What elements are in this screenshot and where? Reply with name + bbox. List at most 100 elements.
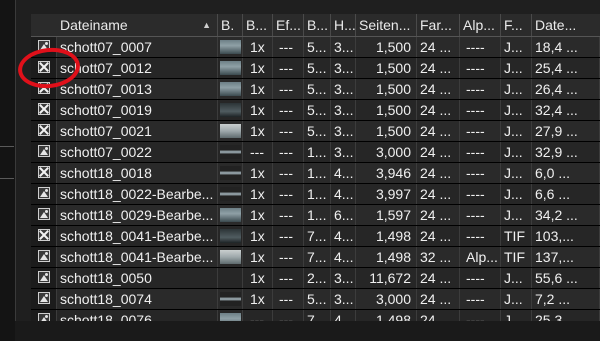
thumbnail-cell bbox=[218, 142, 243, 162]
cell-effect: --- bbox=[273, 184, 304, 204]
header-dateiname-label: Dateiname bbox=[60, 17, 128, 33]
cell-alpha: Alp... bbox=[460, 247, 501, 267]
cell-b2: 1x bbox=[243, 58, 273, 78]
cell-dateigroesse: 6,6 ... bbox=[532, 184, 600, 204]
cell-h: 3... bbox=[331, 142, 356, 162]
file-row[interactable]: schott07_0007 1x --- 5... 3... 1,500 24 ... ---… bbox=[31, 37, 600, 58]
file-type-cell bbox=[31, 163, 57, 183]
file-row[interactable]: schott18_0074 1x --- 5... 3... 3,000 24 ... ---… bbox=[31, 289, 600, 310]
thumbnail-cell bbox=[218, 163, 243, 183]
image-file-icon bbox=[38, 292, 50, 304]
header-alp[interactable]: Alp... bbox=[460, 14, 501, 36]
file-row[interactable]: schott18_0050 1x --- 2... 3... 11,672 24 ... --… bbox=[31, 268, 600, 289]
header-f[interactable]: F... bbox=[501, 14, 532, 36]
file-row[interactable]: schott18_0041-Bearbe... 1x --- 7... 4... 1,49… bbox=[31, 247, 600, 268]
image-file-icon bbox=[38, 208, 50, 220]
file-row[interactable]: schott07_0021 1x --- 5... 3... 1,500 24 ... ---… bbox=[31, 121, 600, 142]
cell-b3: 1... bbox=[304, 142, 331, 162]
cell-farbtiefe: 24 ... bbox=[417, 184, 460, 204]
cell-b2: 1x bbox=[243, 163, 273, 183]
cell-b2: 1x bbox=[243, 79, 273, 99]
cell-farbtiefe: 32 ... bbox=[417, 247, 460, 267]
image-thumbnail bbox=[220, 103, 241, 117]
cell-h: 3... bbox=[331, 289, 356, 309]
file-row[interactable]: schott07_0013 1x --- 5... 3... 1,500 24 ... ---… bbox=[31, 79, 600, 100]
header-dateiname[interactable]: Dateiname ▲ bbox=[31, 14, 218, 36]
image-file-icon bbox=[38, 271, 50, 283]
cell-farbtiefe: 24 ... bbox=[417, 163, 460, 183]
cell-format: TIF bbox=[501, 247, 532, 267]
header-ef[interactable]: Ef... bbox=[273, 14, 304, 36]
file-name: schott07_0019 bbox=[57, 100, 218, 120]
cell-effect: --- bbox=[273, 289, 304, 309]
cell-dateigroesse: 25,4 ... bbox=[532, 58, 600, 78]
cell-format: TIF bbox=[501, 226, 532, 246]
header-b2[interactable]: B... bbox=[243, 14, 273, 36]
cell-b2: 1x bbox=[243, 205, 273, 225]
file-type-cell bbox=[31, 205, 57, 225]
file-row[interactable]: schott07_0012 1x --- 5... 3... 1,500 24 ... ---… bbox=[31, 58, 600, 79]
cell-b3: 7... bbox=[304, 247, 331, 267]
cell-format: J... bbox=[501, 100, 532, 120]
cell-seiten: 3,000 bbox=[356, 142, 417, 162]
file-type-cell bbox=[31, 226, 57, 246]
file-row[interactable]: schott07_0019 1x --- 5... 3... 1,500 24 ... ---… bbox=[31, 100, 600, 121]
cell-dateigroesse: 26,4 ... bbox=[532, 79, 600, 99]
file-excluded-icon bbox=[38, 103, 50, 115]
header-b3[interactable]: B... bbox=[304, 14, 331, 36]
cell-alpha: ---- bbox=[460, 100, 501, 120]
file-row[interactable]: schott18_0029-Bearbe... 1x --- 1... 6... 1,59… bbox=[31, 205, 600, 226]
cell-dateigroesse: 27,9 ... bbox=[532, 121, 600, 141]
thumbnail-cell bbox=[218, 184, 243, 204]
cell-effect: --- bbox=[273, 100, 304, 120]
cell-dateigroesse: 32,9 ... bbox=[532, 142, 600, 162]
header-b1[interactable]: B. bbox=[218, 14, 243, 36]
cell-format: J... bbox=[501, 121, 532, 141]
file-row[interactable]: schott18_0018 1x --- 1... 4... 3,946 24 ... ---… bbox=[31, 163, 600, 184]
file-excluded-icon bbox=[38, 229, 50, 241]
thumbnail-cell bbox=[218, 289, 243, 309]
cell-format: J... bbox=[501, 58, 532, 78]
thumbnail-cell bbox=[218, 121, 243, 141]
column-header-row: Dateiname ▲ B. B... Ef... B... H... Seit… bbox=[31, 14, 600, 37]
cell-farbtiefe: 24 ... bbox=[417, 58, 460, 78]
cell-b3: 2... bbox=[304, 268, 331, 288]
cell-farbtiefe: 24 ... bbox=[417, 79, 460, 99]
cell-h: 3... bbox=[331, 37, 356, 57]
file-list: schott07_0007 1x --- 5... 3... 1,500 24 ... ---… bbox=[31, 37, 600, 331]
cell-farbtiefe: 24 ... bbox=[417, 289, 460, 309]
file-name: schott07_0012 bbox=[57, 58, 218, 78]
file-excluded-icon bbox=[38, 166, 50, 178]
cell-farbtiefe: 24 ... bbox=[417, 205, 460, 225]
cell-b3: 5... bbox=[304, 121, 331, 141]
cell-seiten: 1,500 bbox=[356, 100, 417, 120]
cell-seiten: 1,597 bbox=[356, 205, 417, 225]
image-thumbnail bbox=[220, 229, 241, 243]
cell-farbtiefe: 24 ... bbox=[417, 100, 460, 120]
file-name: schott18_0018 bbox=[57, 163, 218, 183]
cell-dateigroesse: 32,4 ... bbox=[532, 100, 600, 120]
file-row[interactable]: schott18_0041-Bearbe... 1x --- 7... 4... 1,49… bbox=[31, 226, 600, 247]
image-thumbnail bbox=[220, 61, 241, 75]
cell-farbtiefe: 24 ... bbox=[417, 142, 460, 162]
cell-h: 6... bbox=[331, 205, 356, 225]
file-row[interactable]: schott07_0022 --- --- 1... 3... 3,000 24 ... --… bbox=[31, 142, 600, 163]
image-thumbnail bbox=[220, 292, 241, 306]
file-row[interactable]: schott18_0022-Bearbe... 1x --- 1... 4... 3,99… bbox=[31, 184, 600, 205]
header-date[interactable]: Date... bbox=[532, 14, 600, 36]
cell-seiten: 11,672 bbox=[356, 268, 417, 288]
cell-b3: 1... bbox=[304, 205, 331, 225]
panel-divider bbox=[0, 178, 14, 179]
header-h[interactable]: H... bbox=[331, 14, 356, 36]
header-far[interactable]: Far... bbox=[417, 14, 460, 36]
file-name: schott18_0041-Bearbe... bbox=[57, 247, 218, 267]
file-type-cell bbox=[31, 100, 57, 120]
file-type-cell bbox=[31, 268, 57, 288]
cell-seiten: 3,000 bbox=[356, 289, 417, 309]
header-seiten[interactable]: Seiten... bbox=[356, 14, 417, 36]
sort-ascending-icon: ▲ bbox=[202, 20, 211, 30]
cell-effect: --- bbox=[273, 37, 304, 57]
image-thumbnail bbox=[220, 250, 241, 264]
cell-b2: 1x bbox=[243, 100, 273, 120]
cell-alpha: ---- bbox=[460, 79, 501, 99]
